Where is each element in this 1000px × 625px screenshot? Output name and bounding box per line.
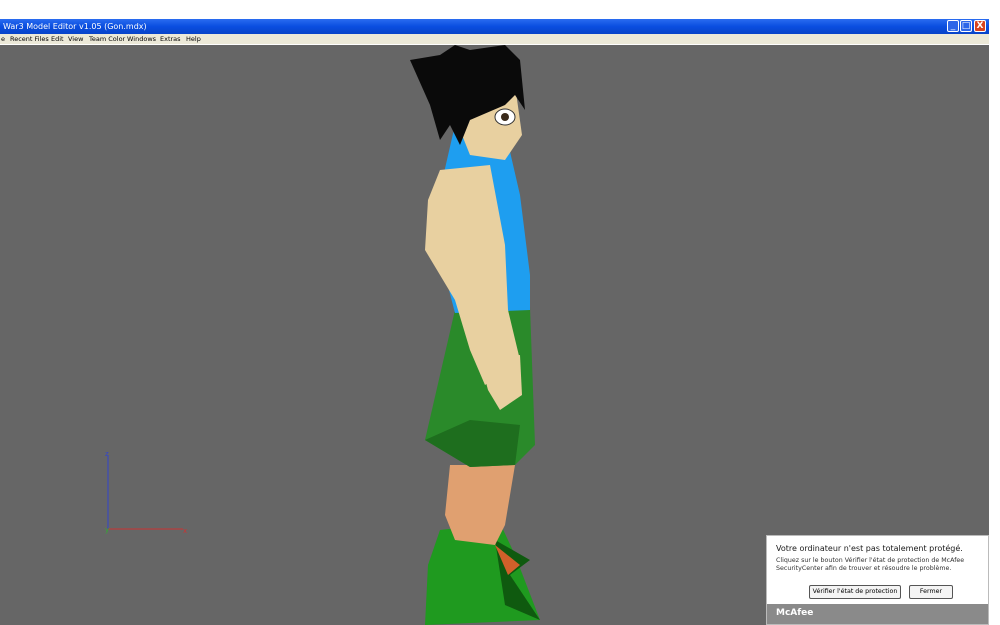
menu-help[interactable]: Help: [186, 34, 201, 44]
mcafee-notification: Votre ordinateur n'est pas totalement pr…: [766, 535, 989, 625]
menu-edit[interactable]: Edit: [51, 34, 64, 44]
menu-bar: e Recent Files Edit View Team Color Wind…: [0, 34, 989, 44]
menu-extras[interactable]: Extras: [160, 34, 181, 44]
verify-protection-button[interactable]: Vérifier l'état de protection: [809, 585, 901, 599]
menu-view[interactable]: View: [68, 34, 83, 44]
notification-footer: McAfee: [767, 604, 988, 624]
menu-recent-files[interactable]: Recent Files: [10, 34, 49, 44]
notification-close-button[interactable]: Fermer: [909, 585, 953, 599]
y-axis-label: y: [105, 526, 109, 534]
x-axis-label: x: [183, 527, 187, 535]
z-axis-label: z: [105, 450, 109, 458]
title-bar[interactable]: War3 Model Editor v1.05 (Gon.mdx) _ □ X: [0, 19, 989, 34]
menu-windows[interactable]: Windows: [127, 34, 156, 44]
mcafee-logo: McAfee: [776, 608, 814, 618]
maximize-button[interactable]: □: [960, 20, 972, 32]
minimize-button[interactable]: _: [947, 20, 959, 32]
notification-body: Cliquez sur le bouton Vérifier l'état de…: [776, 557, 965, 572]
menu-file[interactable]: e: [1, 34, 5, 44]
notification-title: Votre ordinateur n'est pas totalement pr…: [776, 544, 963, 553]
window-title: War3 Model Editor v1.05 (Gon.mdx): [3, 22, 147, 31]
menu-team-color[interactable]: Team Color: [89, 34, 125, 44]
close-button[interactable]: X: [974, 20, 986, 32]
